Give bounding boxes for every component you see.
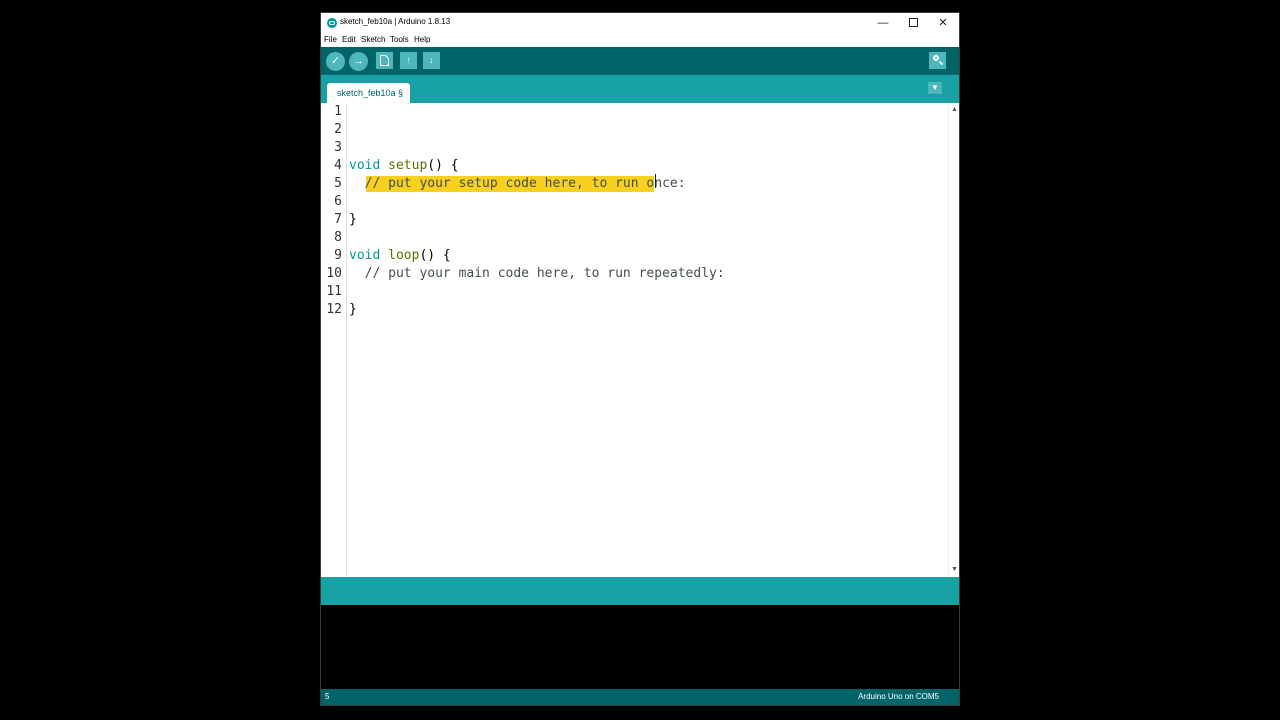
line-number: 8 bbox=[334, 230, 342, 245]
line-number: 4 bbox=[334, 158, 342, 173]
menu-bar: File Edit Sketch Tools Help bbox=[321, 33, 959, 47]
keyword-void: void bbox=[349, 248, 381, 263]
tab-menu-button[interactable]: ▼ bbox=[928, 82, 942, 94]
line-number: 6 bbox=[334, 194, 342, 209]
status-bar bbox=[321, 577, 959, 605]
console-output[interactable] bbox=[321, 605, 959, 689]
code-text: () { bbox=[427, 158, 459, 173]
mouse-ibeam-cursor-icon bbox=[655, 174, 656, 188]
line-number: 1 bbox=[334, 104, 342, 119]
menu-sketch[interactable]: Sketch bbox=[361, 35, 385, 44]
code-line-12: } bbox=[349, 302, 357, 317]
tab-bar: sketch_feb10a § ▼ bbox=[321, 75, 959, 103]
menu-edit[interactable]: Edit bbox=[342, 35, 356, 44]
function-setup: setup bbox=[388, 158, 428, 173]
board-port-label: Arduino Uno on COM5 bbox=[858, 692, 939, 701]
new-sketch-button[interactable] bbox=[376, 52, 393, 69]
arduino-ide-window: sketch_feb10a | Arduino 1.8.13 — ✕ File … bbox=[320, 12, 960, 706]
line-number: 5 bbox=[334, 176, 342, 191]
code-line-9: void loop() { bbox=[349, 247, 451, 265]
code-line-10: // put your main code here, to run repea… bbox=[349, 266, 725, 281]
maximize-icon bbox=[908, 17, 918, 27]
line-number-gutter: 1 2 3 4 5 6 7 8 9 10 11 12 bbox=[321, 103, 347, 577]
keyword-void: void bbox=[349, 158, 381, 173]
footer-bar: 5 Arduino Uno on COM5 bbox=[321, 689, 959, 705]
new-file-icon bbox=[380, 55, 389, 66]
upload-button[interactable]: → bbox=[349, 52, 368, 71]
maximize-button[interactable] bbox=[898, 13, 928, 33]
scroll-up-icon[interactable]: ▲ bbox=[950, 105, 959, 114]
current-line-number: 5 bbox=[325, 692, 330, 701]
line-number: 3 bbox=[334, 140, 342, 155]
open-sketch-button[interactable]: ↑ bbox=[400, 52, 417, 69]
minimize-button[interactable]: — bbox=[868, 13, 898, 33]
line-number: 12 bbox=[326, 302, 342, 317]
toolbar: ✓ → ↑ ↓ bbox=[321, 47, 959, 75]
save-sketch-button[interactable]: ↓ bbox=[423, 52, 440, 69]
line-number: 2 bbox=[334, 122, 342, 137]
line-number: 10 bbox=[326, 266, 342, 281]
function-loop: loop bbox=[388, 248, 420, 263]
editor-scrollbar[interactable]: ▲ ▼ bbox=[948, 103, 959, 577]
serial-monitor-button[interactable] bbox=[929, 52, 946, 69]
line-number: 11 bbox=[326, 284, 342, 299]
code-line-5: // put your setup code here, to run once… bbox=[349, 176, 686, 191]
verify-button[interactable]: ✓ bbox=[326, 52, 345, 71]
close-button[interactable]: ✕ bbox=[928, 13, 958, 33]
tab-sketch-feb10a[interactable]: sketch_feb10a § bbox=[327, 83, 411, 103]
window-title: sketch_feb10a | Arduino 1.8.13 bbox=[340, 17, 451, 26]
menu-help[interactable]: Help bbox=[414, 35, 430, 44]
code-line-7: } bbox=[349, 212, 357, 227]
code-editor[interactable]: 1 2 3 4 5 6 7 8 9 10 11 12 void setup() … bbox=[321, 103, 959, 577]
arduino-logo-icon bbox=[327, 18, 337, 28]
title-bar: sketch_feb10a | Arduino 1.8.13 — ✕ bbox=[321, 13, 959, 33]
scroll-down-icon[interactable]: ▼ bbox=[950, 565, 959, 574]
code-line-4: void setup() { bbox=[349, 157, 459, 175]
menu-tools[interactable]: Tools bbox=[390, 35, 409, 44]
menu-file[interactable]: File bbox=[324, 35, 337, 44]
line-number: 9 bbox=[334, 248, 342, 263]
line-number: 7 bbox=[334, 212, 342, 227]
code-text: () { bbox=[419, 248, 451, 263]
